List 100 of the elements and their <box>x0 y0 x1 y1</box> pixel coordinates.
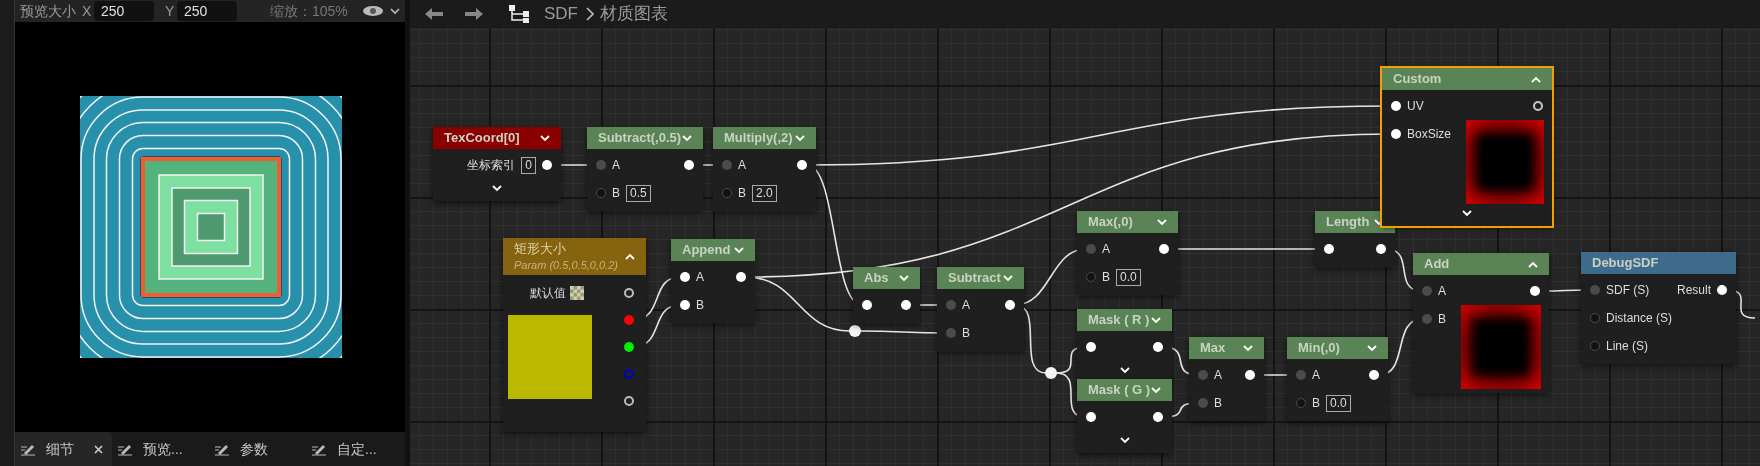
chevron-up-icon[interactable] <box>1531 75 1541 83</box>
output-pin[interactable] <box>1005 300 1015 310</box>
output-pin[interactable] <box>1376 244 1386 254</box>
value-field[interactable]: 0.0 <box>1326 394 1351 412</box>
input-pin[interactable] <box>862 300 872 310</box>
zoom-level: 缩放：105% <box>270 1 348 21</box>
graph-node[interactable]: Min(,0) A B 0.0 <box>1287 337 1388 421</box>
output-pin[interactable] <box>1159 244 1169 254</box>
input-pin[interactable] <box>596 188 606 198</box>
back-arrow-icon[interactable] <box>424 7 444 21</box>
output-pin[interactable] <box>624 395 634 406</box>
input-pin[interactable] <box>1590 313 1600 323</box>
node-title: Abs <box>864 269 889 288</box>
node-title: Length <box>1326 213 1370 232</box>
output-pin[interactable] <box>1369 370 1379 380</box>
graph-node[interactable]: Multiply(,2) A B 2.0 <box>713 127 816 211</box>
advanced-chevron-icon[interactable] <box>1119 366 1130 374</box>
graph-node[interactable]: 矩形大小 Param (0.5,0.5,0,0.2) 默认值 <box>503 238 646 432</box>
value-field[interactable]: 0.5 <box>626 184 651 202</box>
input-pin[interactable] <box>596 160 606 170</box>
node-header[interactable]: 矩形大小 Param (0.5,0.5,0,0.2) <box>503 238 646 275</box>
node-title: Max <box>1200 339 1226 358</box>
node-title: Max(,0) <box>1088 213 1133 232</box>
input-pin[interactable] <box>1086 244 1096 254</box>
node-header[interactable]: DebugSDF <box>1581 252 1736 274</box>
node-header[interactable]: TexCoord[0] <box>433 127 561 149</box>
output-pin[interactable] <box>1717 285 1727 295</box>
input-pin[interactable] <box>1422 286 1432 296</box>
chevron-up-icon[interactable] <box>625 253 635 260</box>
output-pin[interactable] <box>1245 370 1255 380</box>
graph-node[interactable]: Max(,0) A B 0.0 <box>1077 211 1178 295</box>
reroute-knot[interactable] <box>849 325 861 337</box>
node-title: Subtract(,0.5) <box>598 129 682 148</box>
pin-label: A <box>738 157 746 174</box>
graph-node[interactable]: Subtract A B <box>937 267 1024 351</box>
panel-tab[interactable]: 参数 <box>209 432 306 466</box>
output-pin[interactable] <box>542 160 552 170</box>
pin-label: B <box>612 185 620 202</box>
pin-label: B <box>962 325 970 342</box>
input-pin[interactable] <box>1296 398 1306 408</box>
input-pin[interactable] <box>1590 285 1600 295</box>
output-pin[interactable] <box>1153 342 1163 352</box>
graph-node[interactable]: Subtract(,0.5) A B 0.5 <box>587 127 703 211</box>
pin-label: A <box>1438 283 1446 300</box>
output-pin[interactable] <box>1530 286 1540 296</box>
input-pin[interactable] <box>1324 244 1334 254</box>
input-pin[interactable] <box>1422 314 1432 324</box>
output-pin[interactable] <box>901 300 911 310</box>
input-pin[interactable] <box>1086 412 1096 422</box>
node-title: TexCoord[0] <box>444 129 520 148</box>
value-field[interactable]: 0.0 <box>1116 268 1141 286</box>
close-icon[interactable] <box>94 444 103 454</box>
graph-node[interactable]: Max A B <box>1189 337 1264 421</box>
x-field[interactable]: 250 <box>94 1 154 21</box>
chevron-down-icon[interactable] <box>389 7 400 15</box>
advanced-chevron-icon[interactable] <box>492 184 502 192</box>
panel-tab[interactable]: 自定... <box>306 432 403 466</box>
input-pin[interactable] <box>1391 129 1401 139</box>
output-pin[interactable] <box>624 287 634 298</box>
panel-tab[interactable]: 预览... <box>112 432 209 466</box>
input-pin[interactable] <box>946 328 956 338</box>
advanced-chevron-icon[interactable] <box>1462 209 1472 217</box>
breadcrumb-link[interactable]: SDF <box>544 1 578 27</box>
node-title: Mask ( R ) <box>1088 311 1150 330</box>
input-pin[interactable] <box>1391 101 1401 111</box>
input-pin[interactable] <box>1198 398 1208 408</box>
input-pin[interactable] <box>1296 370 1306 380</box>
node-title: DebugSDF <box>1592 254 1659 273</box>
panel-tab[interactable]: 细节 <box>15 432 112 466</box>
pin-label: B <box>1214 395 1222 412</box>
node-graph-icon[interactable] <box>508 4 530 24</box>
reroute-knot[interactable] <box>1045 367 1057 379</box>
input-pin[interactable] <box>680 300 690 310</box>
output-pin[interactable] <box>736 272 746 282</box>
input-pin[interactable] <box>1086 342 1096 352</box>
pin-label: A <box>696 269 704 286</box>
graph-node[interactable]: TexCoord[0] 坐标索引 0 <box>433 127 561 201</box>
graph-node[interactable]: DebugSDF SDF (S) Result Distance (S) Line (S) <box>1581 252 1736 364</box>
advanced-chevron-icon[interactable] <box>1119 436 1130 444</box>
output-pin[interactable] <box>797 160 807 170</box>
output-pin[interactable] <box>684 160 694 170</box>
forward-arrow-icon[interactable] <box>464 7 484 21</box>
value-field[interactable]: 2.0 <box>752 184 777 202</box>
node-title: Add <box>1424 255 1450 274</box>
input-pin[interactable] <box>1590 341 1600 351</box>
chevron-up-icon[interactable] <box>1528 260 1538 268</box>
input-pin[interactable] <box>722 188 732 198</box>
input-pin[interactable] <box>722 160 732 170</box>
eye-icon[interactable] <box>361 5 384 17</box>
value-field[interactable]: 0 <box>521 156 536 174</box>
color-swatch[interactable] <box>508 315 592 399</box>
graph-node[interactable]: Custom UV BoxSize <box>1382 68 1552 226</box>
output-pin[interactable] <box>1153 412 1163 422</box>
input-pin[interactable] <box>946 300 956 310</box>
graph-node[interactable]: Add A B <box>1413 253 1549 393</box>
input-pin[interactable] <box>1198 370 1208 380</box>
input-pin[interactable] <box>1086 272 1096 282</box>
y-field[interactable]: 250 <box>177 1 237 21</box>
input-pin[interactable] <box>680 272 690 282</box>
graph-node[interactable]: Append A B <box>671 239 755 323</box>
